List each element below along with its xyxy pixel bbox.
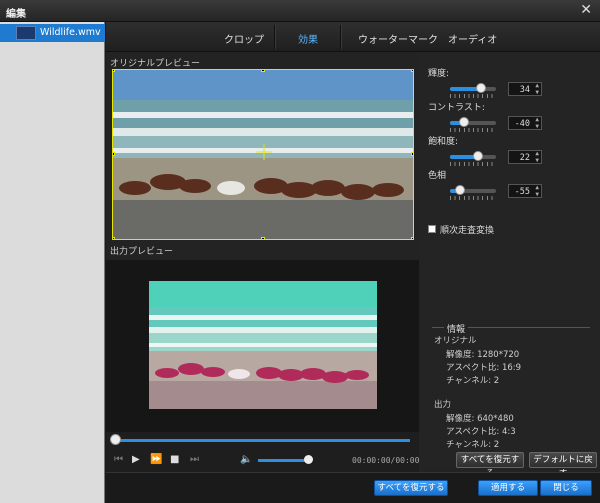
reset-default-button[interactable]: デフォルトに戻す [529,452,597,479]
stop-icon[interactable]: ■ [170,454,179,465]
original-info-heading: オリジナル [434,336,477,346]
next-icon[interactable]: ⏭ [190,454,199,465]
seek-handle[interactable] [110,434,121,445]
original-resolution: 解像度: 1280*720 [446,350,520,360]
tab-divider [274,25,275,49]
crop-handle[interactable] [261,70,265,72]
original-preview-label: オリジナルプレビュー [110,59,201,69]
brightness-handle[interactable] [476,83,486,93]
output-info-heading: 出力 [434,400,452,410]
original-aspect: アスペクト比: 16:9 [446,363,522,373]
contrast-label: コントラスト: [428,103,485,113]
fast-forward-icon[interactable]: ⏩ [150,454,162,465]
restore-all-panel-button[interactable]: すべてを復元する [456,452,524,479]
window-title: 編集 [6,9,26,20]
output-channels: チャンネル: 2 [446,440,500,450]
hue-handle[interactable] [455,185,465,195]
saturation-ticks [450,162,496,166]
tab-effects[interactable]: 効果 [298,31,318,46]
contrast-handle[interactable] [459,117,469,127]
tab-divider [340,25,341,49]
tab-bar: クロップ 効果 ウォーターマーク オーディオ [106,22,600,52]
seek-bar[interactable] [114,439,410,442]
contrast-input[interactable]: -40 ▲ ▼ [508,116,542,130]
deinterlace-label: 順次走査変換 [440,226,495,236]
original-preview[interactable] [112,69,414,240]
brightness-ticks [450,94,496,98]
output-preview [106,260,419,432]
volume-icon[interactable]: 🔈 [240,454,252,465]
title-bar: 編集 ✕ [0,0,600,22]
output-video-frame [149,281,377,409]
crop-handle[interactable] [411,237,413,239]
volume-handle[interactable] [304,455,313,464]
brightness-slider[interactable] [450,83,496,93]
original-channels: チャンネル: 2 [446,376,500,386]
saturation-label: 飽和度: [428,137,459,147]
saturation-input[interactable]: 22 ▲ ▼ [508,150,542,164]
contrast-ticks [450,128,496,132]
player-controls: ⏮ ▶ ⏩ ■ ⏭ 🔈 00:00:00/00:00:30 [106,432,434,472]
restore-all-button[interactable]: すべてを復元する [374,480,448,496]
crop-handle[interactable] [113,152,115,156]
file-list: Wildlife.wmv [0,22,105,503]
play-icon[interactable]: ▶ [132,454,140,465]
original-video-frame [113,70,413,239]
saturation-slider[interactable] [450,151,496,161]
video-thumbnail [16,26,36,40]
contrast-slider[interactable] [450,117,496,127]
volume-slider[interactable] [258,459,306,462]
output-resolution: 解像度: 640*480 [446,414,514,424]
tab-watermark[interactable]: ウォーターマーク [358,31,438,46]
crop-handle[interactable] [113,70,115,72]
dialog-footer: すべてを復元する 適用する 閉じる [106,472,600,503]
crop-handle[interactable] [411,70,413,72]
hue-label: 色相 [428,171,447,181]
saturation-handle[interactable] [473,151,483,161]
output-aspect: アスペクト比: 4:3 [446,427,516,437]
close-button[interactable]: 閉じる [540,480,592,496]
crop-handle[interactable] [411,152,413,156]
hue-slider[interactable] [450,185,496,195]
file-name: Wildlife.wmv [40,27,101,38]
editor-main: クロップ 効果 ウォーターマーク オーディオ オリジナルプレビュー 出力プレビュ… [106,22,600,503]
crop-handle[interactable] [113,237,115,239]
file-list-item[interactable]: Wildlife.wmv [0,24,105,42]
crop-handle[interactable] [261,237,265,239]
deinterlace-checkbox[interactable] [428,225,436,233]
hue-input[interactable]: -55 ▲ ▼ [508,184,542,198]
tab-audio[interactable]: オーディオ [448,31,497,46]
previous-icon[interactable]: ⏮ [114,454,123,465]
effects-panel: 輝度: 34 ▲ ▼ コントラスト: -40 ▲ ▼ 飽和度: 22 ▲ ▼ 色相 -55 ▲… [420,52,600,479]
tab-crop[interactable]: クロップ [224,31,264,46]
apply-button[interactable]: 適用する [478,480,538,496]
output-preview-label: 出力プレビュー [110,247,174,257]
hue-ticks [450,196,496,200]
brightness-label: 輝度: [428,69,450,79]
brightness-input[interactable]: 34 ▲ ▼ [508,82,542,96]
close-icon[interactable]: ✕ [580,2,592,18]
